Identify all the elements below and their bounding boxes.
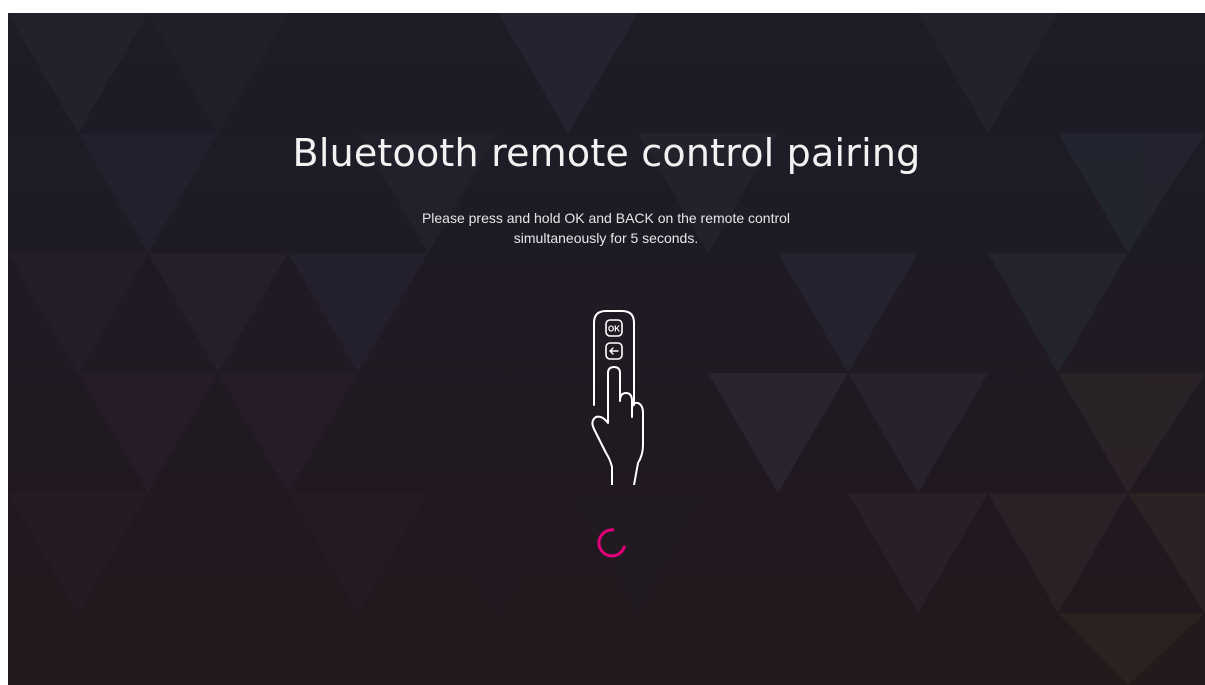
pairing-instructions: Please press and hold OK and BACK on the…: [421, 210, 791, 246]
remote-control-illustration: OK: [591, 310, 644, 485]
page-title: Bluetooth remote control pairing: [292, 131, 921, 175]
ok-button-label: OK: [608, 325, 620, 334]
loading-spinner-icon: [597, 528, 626, 558]
pairing-screen: Bluetooth remote control pairing Please …: [8, 13, 1205, 685]
pointing-hand-icon: [591, 366, 644, 485]
